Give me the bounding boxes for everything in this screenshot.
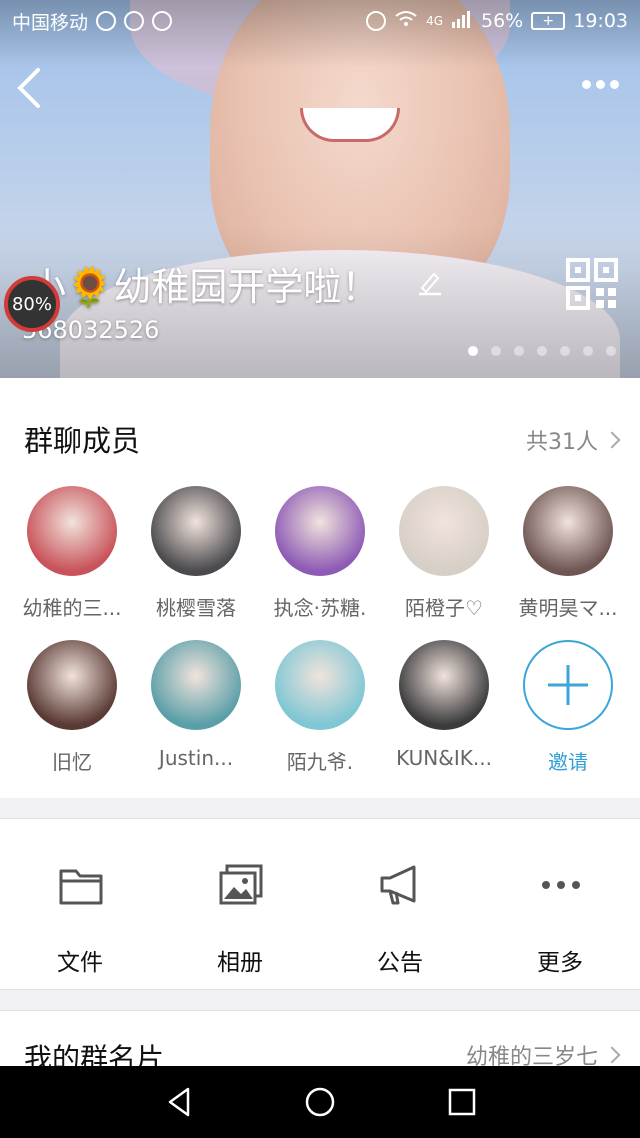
member-count: 共31人 <box>526 430 598 455</box>
signal-icon <box>451 10 473 33</box>
member-item[interactable]: 旧忆 <box>10 640 134 775</box>
sync-icon <box>366 11 387 31</box>
plus-icon <box>523 640 613 730</box>
qr-code-button[interactable] <box>566 258 618 310</box>
chevron-right-icon <box>603 1046 621 1064</box>
album-icon <box>218 863 264 907</box>
avatar <box>523 486 613 576</box>
member-name: Justin... <box>158 746 234 770</box>
avatar <box>27 486 117 576</box>
member-name: 桃樱雪落 <box>156 596 236 620</box>
member-name: 陌橙子♡ <box>405 596 483 620</box>
carrier-label: 中国移动 <box>12 11 89 34</box>
member-count-link[interactable]: 共31人 <box>526 424 621 456</box>
member-item[interactable]: 执念·苏糖. <box>258 486 382 621</box>
back-button[interactable] <box>14 66 44 110</box>
status-bar: 中国移动 4G 56% + 19:03 <box>0 0 640 42</box>
nav-recents-button[interactable] <box>444 1084 480 1120</box>
app-notification-icon <box>96 11 117 31</box>
member-item[interactable]: 桃樱雪落 <box>134 486 258 621</box>
member-item[interactable]: 陌橙子♡ <box>382 486 506 621</box>
member-item[interactable]: KUN&IK... <box>382 640 506 770</box>
announcement-icon <box>378 863 424 907</box>
avatar <box>151 486 241 576</box>
action-label: 相册 <box>217 950 263 976</box>
more-button[interactable]: 更多 <box>480 819 640 991</box>
shield-icon <box>152 11 173 31</box>
invite-label: 邀请 <box>548 750 588 774</box>
folder-icon <box>58 863 104 907</box>
avatar <box>399 640 489 730</box>
dot-icon <box>610 80 619 89</box>
avatar <box>151 640 241 730</box>
album-button[interactable]: 相册 <box>160 819 320 991</box>
avatar <box>275 486 365 576</box>
avatar <box>27 640 117 730</box>
progress-badge[interactable]: 80% <box>4 276 60 332</box>
edit-name-button[interactable] <box>416 268 444 296</box>
dot-icon <box>596 80 605 89</box>
files-button[interactable]: 文件 <box>0 819 160 991</box>
carousel-dot <box>468 346 478 356</box>
group-name: 小🌻幼稚园开学啦！ <box>28 265 380 309</box>
group-members-section: 群聊成员 共31人 幼稚的三... 桃樱雪落 执念·苏糖. 陌橙子♡ 黄明昊マ.… <box>0 378 640 798</box>
carousel-dot <box>491 346 501 356</box>
more-options-button[interactable] <box>582 80 619 89</box>
member-name: 黄明昊マ... <box>518 596 618 620</box>
carousel-dot <box>514 346 524 356</box>
my-group-card-row[interactable]: 我的群名片 幼稚的三岁七 <box>0 1010 640 1075</box>
action-label: 公告 <box>377 950 423 976</box>
carousel-indicator <box>468 346 616 356</box>
invite-button[interactable]: 邀请 <box>506 640 630 775</box>
member-item[interactable]: 幼稚的三... <box>10 486 134 621</box>
clock: 19:03 <box>573 10 628 32</box>
carousel-dot <box>560 346 570 356</box>
member-item[interactable]: 陌九爷. <box>258 640 382 775</box>
group-actions-bar: 文件 相册 公告 更多 <box>0 818 640 990</box>
member-item[interactable]: Justin... <box>134 640 258 770</box>
wifi-icon <box>394 10 418 33</box>
network-type-label: 4G <box>426 14 443 28</box>
system-nav-bar <box>0 1066 640 1138</box>
group-header-banner: 中国移动 4G 56% + 19:03 小🌻幼稚园开学啦！ 568032526 … <box>0 0 640 378</box>
message-notification-icon <box>124 11 145 31</box>
dot-icon <box>582 80 591 89</box>
chevron-right-icon <box>603 431 621 449</box>
member-name: 执念·苏糖. <box>273 596 367 620</box>
more-icon <box>538 863 584 907</box>
battery-percent: 56% <box>481 10 524 32</box>
member-name: 幼稚的三... <box>22 596 122 620</box>
battery-icon: + <box>531 12 566 30</box>
nav-home-button[interactable] <box>302 1084 338 1120</box>
action-label: 文件 <box>57 950 103 976</box>
carousel-dot <box>537 346 547 356</box>
member-name: 陌九爷. <box>286 750 354 774</box>
announcement-button[interactable]: 公告 <box>320 819 480 991</box>
member-item[interactable]: 黄明昊マ... <box>506 486 630 621</box>
carousel-dot <box>583 346 593 356</box>
avatar <box>399 486 489 576</box>
carousel-dot <box>606 346 616 356</box>
member-name: 旧忆 <box>52 750 92 774</box>
members-title: 群聊成员 <box>24 424 141 458</box>
action-label: 更多 <box>537 950 583 976</box>
avatar <box>275 640 365 730</box>
member-name: KUN&IK... <box>396 746 492 770</box>
nav-back-button[interactable] <box>162 1084 198 1120</box>
